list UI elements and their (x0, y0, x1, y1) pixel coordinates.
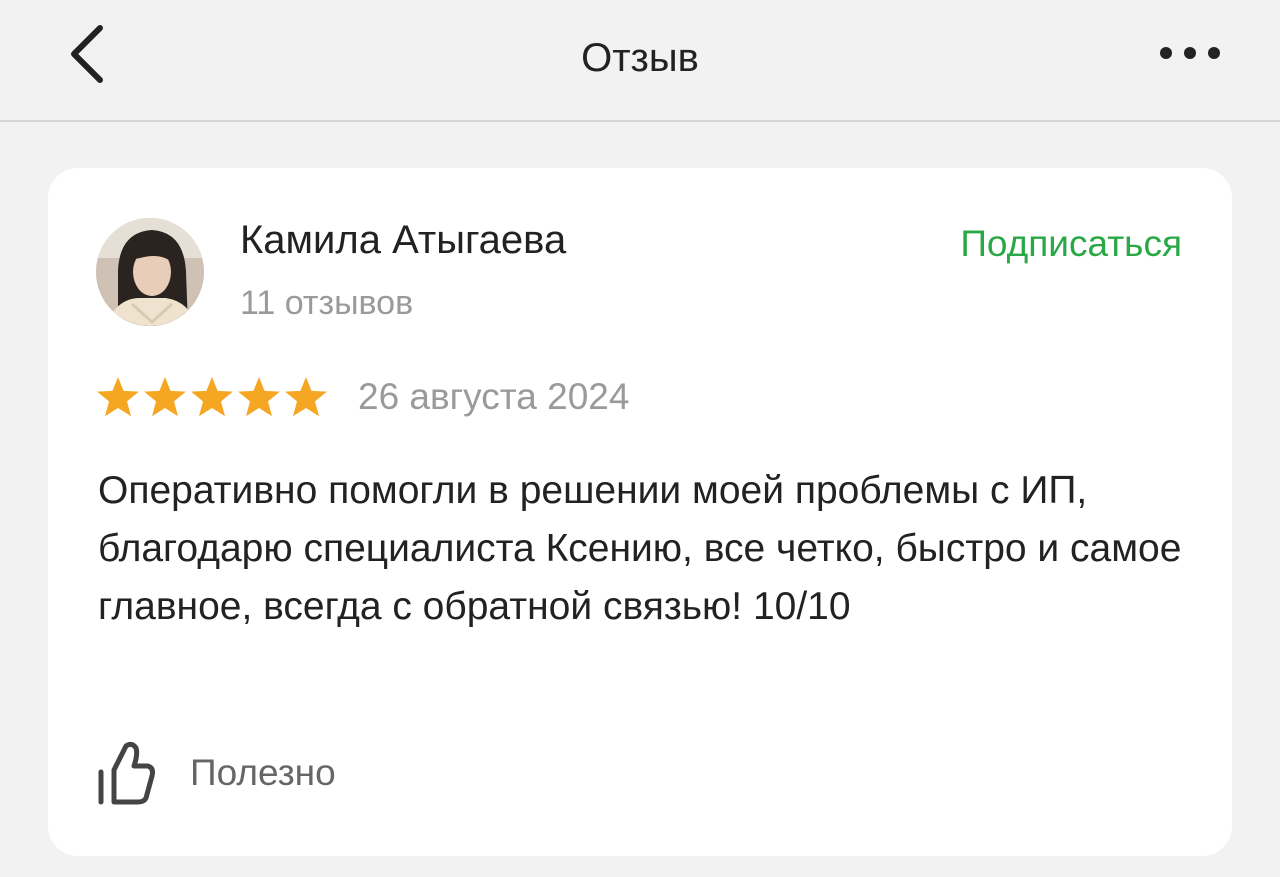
more-horizontal-icon (1160, 47, 1220, 59)
star-icon (238, 377, 280, 417)
user-photo (96, 218, 204, 326)
useful-button[interactable]: Полезно (96, 740, 336, 806)
review-date: 26 августа 2024 (358, 376, 630, 417)
avatar[interactable] (96, 218, 204, 326)
review-card: Камила Атыгаева 11 отзывов Подписаться 2… (48, 168, 1232, 856)
rating-stars (96, 375, 328, 419)
star-icon (285, 377, 327, 417)
more-options-button[interactable] (1152, 30, 1232, 76)
star-icon (144, 377, 186, 417)
star-icon (191, 377, 233, 417)
review-text: Оперативно помогли в решении моей пробле… (98, 469, 1182, 628)
useful-label: Полезно (190, 752, 336, 793)
subscribe-button[interactable]: Подписаться (960, 222, 1182, 266)
star-icon (97, 377, 139, 417)
page-title: Отзыв (581, 36, 699, 80)
thumbs-up-icon (98, 741, 155, 805)
author-name[interactable]: Камила Атыгаева (240, 216, 566, 264)
top-navigation-bar: Отзыв (0, 0, 1280, 122)
author-reviews-count: 11 отзывов (240, 284, 414, 322)
